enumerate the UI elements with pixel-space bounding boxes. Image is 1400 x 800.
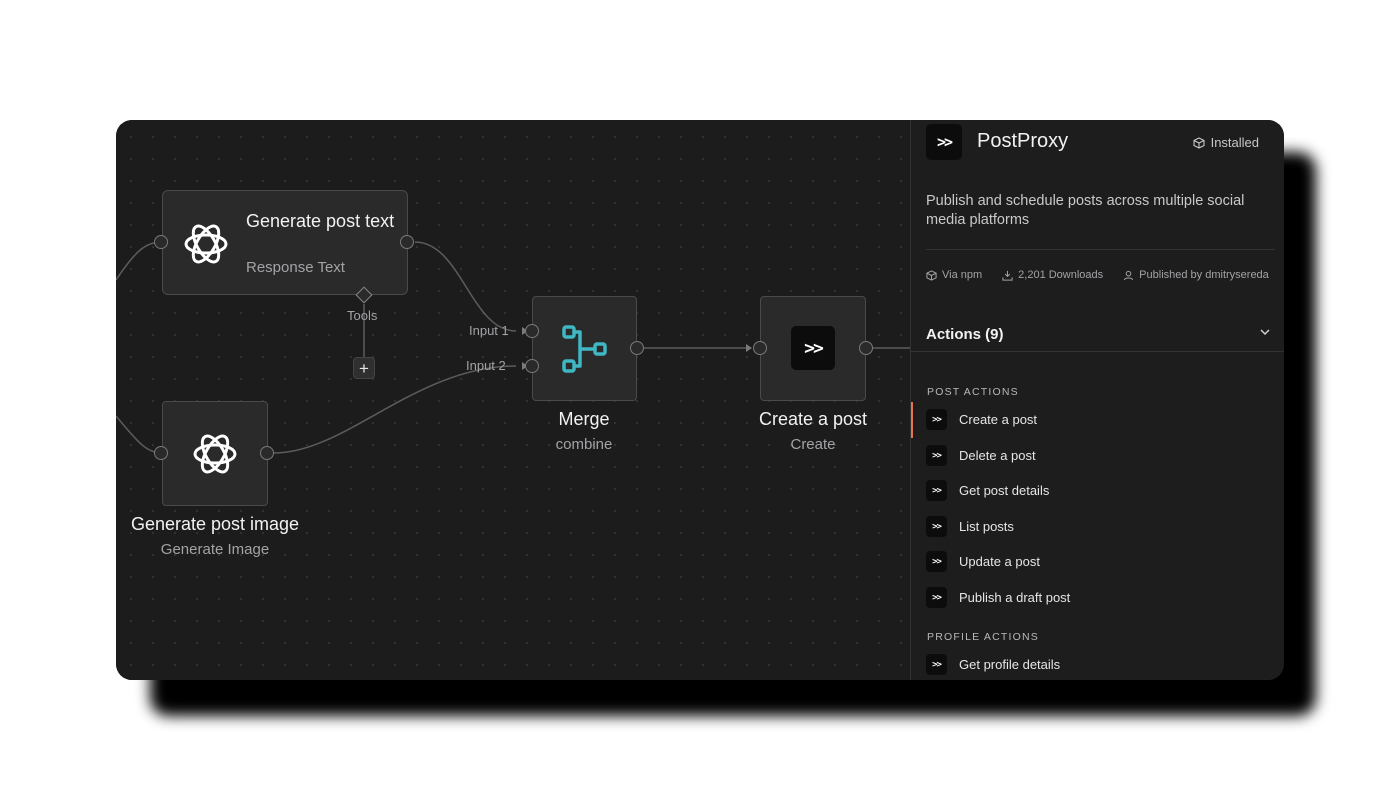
- panel-title: PostProxy: [977, 130, 1069, 152]
- postproxy-logo-icon: >>: [926, 480, 947, 501]
- action-label: Delete a post: [959, 448, 1036, 463]
- package-icon: [1193, 136, 1205, 149]
- wire-text-to-merge: [414, 241, 517, 332]
- add-tool-button[interactable]: +: [353, 357, 375, 379]
- wire-image-to-merge: [273, 365, 517, 454]
- action-label: Publish a draft post: [959, 590, 1071, 605]
- postproxy-logo-icon: >>: [926, 516, 947, 537]
- selected-indicator: [911, 402, 913, 438]
- node-subtitle: Generate Image: [160, 541, 270, 558]
- postproxy-logo-icon: >>: [926, 445, 947, 466]
- section-header-profile-actions: PROFILE ACTIONS: [927, 631, 1039, 643]
- meta-source: Via npm: [926, 269, 982, 281]
- node-create-a-post[interactable]: >>: [760, 296, 866, 401]
- action-item[interactable]: >> Publish a draft post: [926, 587, 1070, 608]
- action-item[interactable]: >> Get post details: [926, 480, 1049, 501]
- postproxy-logo-icon: >>: [926, 654, 947, 675]
- postproxy-logo-icon: >>: [926, 551, 947, 572]
- workflow-canvas[interactable]: Generate post text Response Text Tools +…: [116, 120, 910, 680]
- meta-publisher-label: Published by dmitrysereda: [1139, 269, 1269, 281]
- postproxy-logo-icon: >>: [926, 409, 947, 430]
- openai-icon: [193, 434, 237, 474]
- node-subtitle: combine: [555, 436, 613, 453]
- input-port[interactable]: [154, 446, 168, 460]
- node-title: Generate post text: [246, 211, 395, 231]
- installed-badge: Installed: [1193, 135, 1259, 150]
- section-header-post-actions: POST ACTIONS: [927, 386, 1019, 398]
- output-port[interactable]: [630, 341, 644, 355]
- node-subtitle: Create: [790, 436, 836, 453]
- postproxy-logo-icon: >>: [926, 587, 947, 608]
- divider: [911, 351, 1284, 352]
- merge-icon: [562, 325, 607, 373]
- actions-header[interactable]: Actions (9): [926, 326, 1004, 343]
- node-title: Create a post: [758, 409, 868, 429]
- package-icon: [926, 269, 937, 281]
- node-generate-post-image[interactable]: [162, 401, 268, 506]
- node-generate-post-text[interactable]: Generate post text Response Text: [162, 190, 408, 295]
- output-port[interactable]: [400, 235, 414, 249]
- meta-downloads-label: 2,201 Downloads: [1018, 269, 1104, 281]
- node-merge[interactable]: [532, 296, 637, 401]
- meta-row: Via npm 2,201 Downloads Published by dmi…: [926, 269, 1269, 281]
- action-label: Get profile details: [959, 657, 1061, 672]
- action-label: List posts: [959, 519, 1014, 534]
- output-port[interactable]: [859, 341, 873, 355]
- meta-publisher: Published by dmitrysereda: [1123, 269, 1269, 281]
- panel-description: Publish and schedule posts across multip…: [926, 193, 1245, 228]
- output-port[interactable]: [260, 446, 274, 460]
- tools-label: Tools: [347, 308, 378, 323]
- merge-input-1-label: Input 1: [469, 323, 509, 338]
- postproxy-logo-icon: >>: [791, 326, 835, 370]
- action-item[interactable]: >> Get profile details: [926, 654, 1060, 675]
- installed-label: Installed: [1210, 135, 1259, 150]
- input-port-1[interactable]: [525, 324, 539, 338]
- input-port[interactable]: [154, 235, 168, 249]
- node-subtitle: Response Text: [246, 259, 345, 276]
- postproxy-logo-icon: >>: [926, 124, 962, 160]
- node-title: Generate post image: [130, 514, 300, 534]
- action-label: Update a post: [959, 554, 1040, 569]
- wire-into-generate-text: [116, 241, 163, 281]
- action-label: Create a post: [959, 412, 1038, 427]
- integration-panel: >> PostProxy Installed Publish and sched…: [910, 120, 1284, 680]
- meta-downloads: 2,201 Downloads: [1002, 269, 1103, 281]
- merge-input-2-label: Input 2: [466, 358, 506, 373]
- action-label: Get post details: [959, 483, 1050, 498]
- app-window: Generate post text Response Text Tools +…: [116, 120, 1284, 680]
- action-item[interactable]: >> Delete a post: [926, 445, 1036, 466]
- action-item[interactable]: >> Create a post: [926, 409, 1037, 430]
- download-icon: [1002, 270, 1013, 281]
- chevron-down-icon[interactable]: [1259, 326, 1271, 338]
- action-item[interactable]: >> List posts: [926, 516, 1014, 537]
- meta-source-label: Via npm: [942, 269, 983, 281]
- divider: [926, 249, 1275, 250]
- action-item[interactable]: >> Update a post: [926, 551, 1040, 572]
- openai-icon: [184, 224, 228, 264]
- input-port-2[interactable]: [525, 359, 539, 373]
- user-icon: [1124, 270, 1134, 280]
- node-title: Merge: [558, 409, 610, 429]
- input-port[interactable]: [753, 341, 767, 355]
